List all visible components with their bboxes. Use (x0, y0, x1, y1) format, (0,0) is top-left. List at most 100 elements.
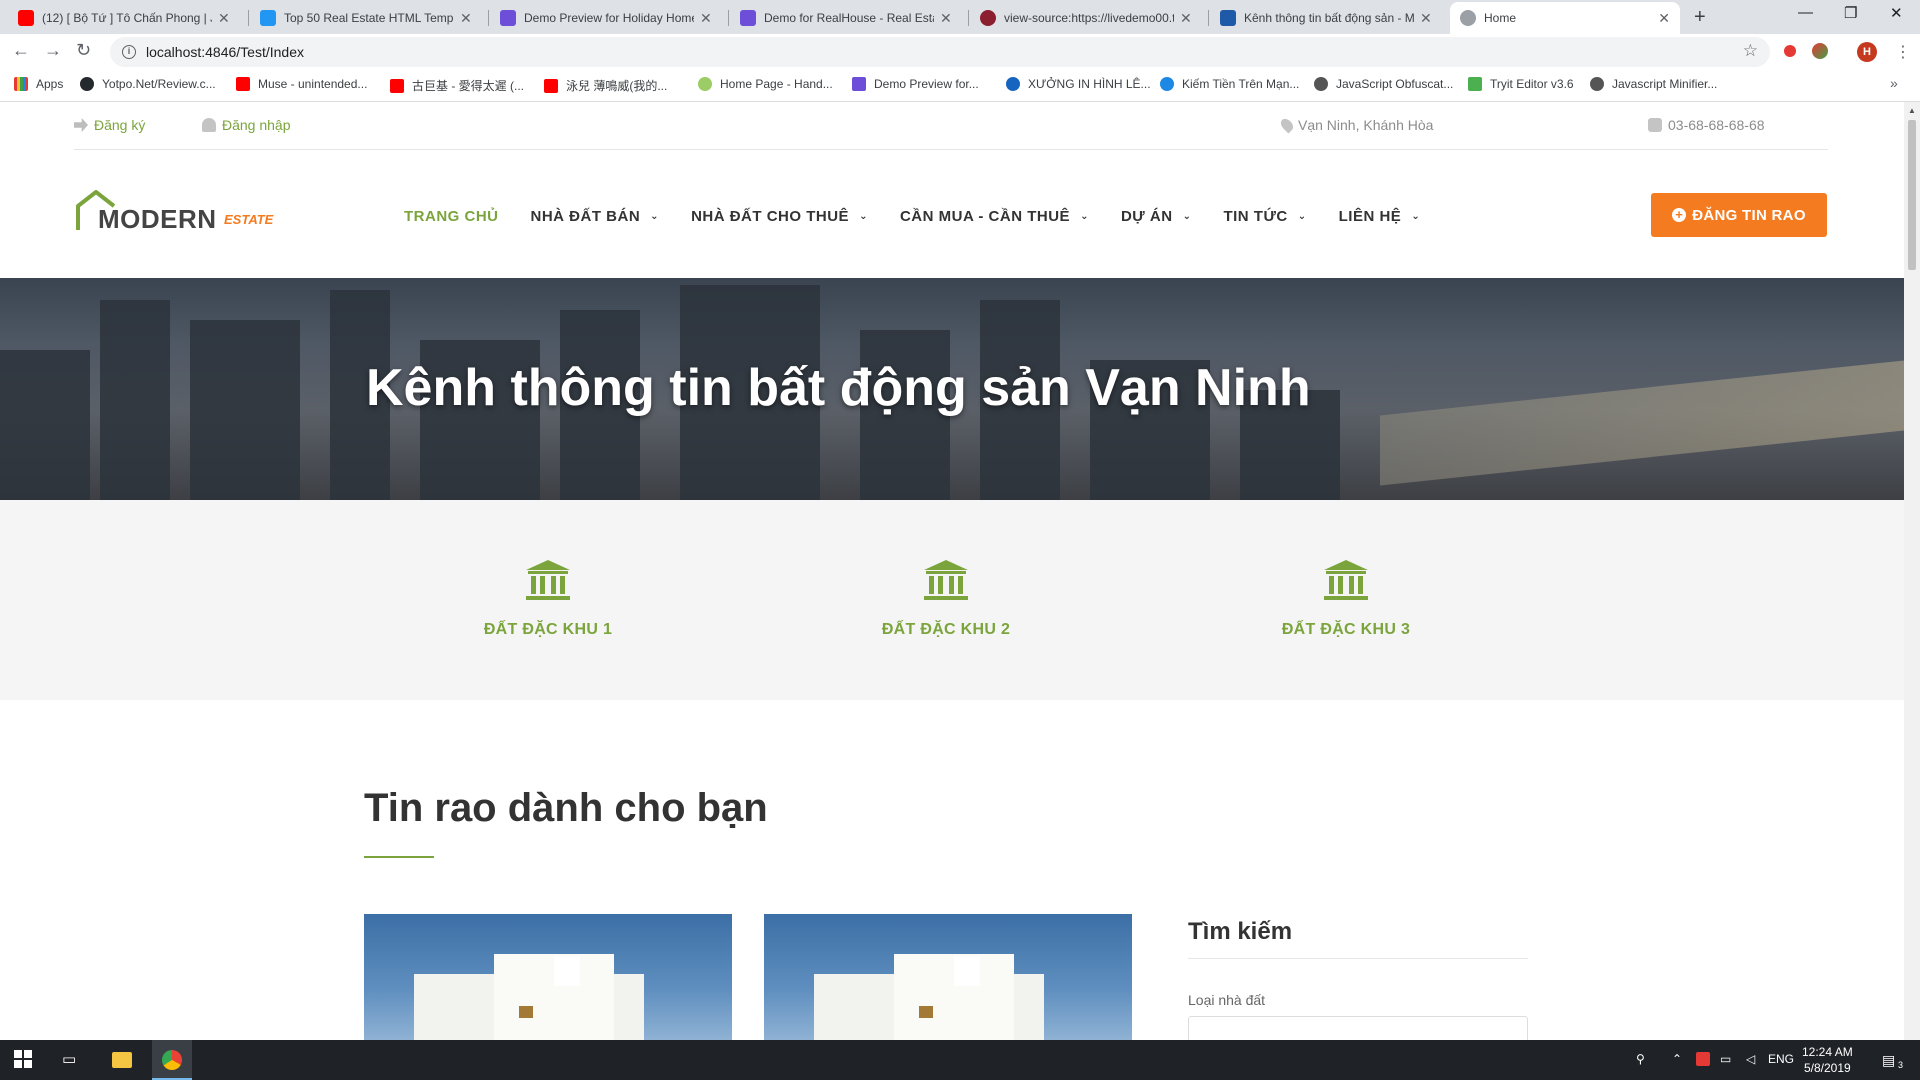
site-header: MODERN ESTATE TRANG CHỦ NHÀ ĐẤT BÁN ⌄ NHÀ… (0, 150, 1904, 278)
property-type-select[interactable] (1188, 1016, 1528, 1040)
bookmark-item[interactable]: Kiếm Tiền Trên Mạn... (1160, 77, 1299, 91)
system-clock[interactable]: 12:24 AM 5/8/2019 (1802, 1044, 1853, 1076)
nav-buy-rent-wanted[interactable]: CẦN MUA - CẦN THUÊ ⌄ (900, 208, 1089, 225)
close-icon[interactable]: ✕ (1658, 10, 1670, 27)
network-icon[interactable]: ▭ (1720, 1052, 1731, 1066)
nav-contact[interactable]: LIÊN HỆ ⌄ (1339, 208, 1421, 225)
globe-icon (1590, 77, 1604, 91)
browser-tab[interactable]: Top 50 Real Estate HTML Templat ✕ (250, 2, 488, 34)
close-icon[interactable]: ✕ (218, 10, 230, 27)
task-view-icon[interactable]: ▭ (62, 1050, 76, 1068)
bookmark-item[interactable]: Yotpo.Net/Review.c... (80, 77, 216, 91)
reload-icon[interactable]: ↻ (76, 40, 91, 61)
bookmark-item[interactable]: JavaScript Obfuscat... (1314, 77, 1453, 91)
zone-item[interactable]: ĐẤT ĐẶC KHU 2 (846, 558, 1046, 639)
youtube-icon (236, 77, 250, 91)
listing-card-image[interactable] (764, 914, 1132, 1040)
chevron-right-icon[interactable]: » (1890, 75, 1898, 91)
scroll-up-icon[interactable]: ▲ (1908, 106, 1916, 115)
property-type-label: Loại nhà đất (1188, 992, 1266, 1008)
chevron-up-icon[interactable]: ⌃ (1672, 1052, 1682, 1066)
app-tray-icon[interactable] (1696, 1052, 1710, 1066)
site-topbar: Đăng ký Đăng nhập Vạn Ninh, Khánh Hòa 03… (74, 102, 1828, 150)
people-icon[interactable]: ⚲ (1636, 1052, 1645, 1066)
nav-projects[interactable]: DỰ ÁN ⌄ (1121, 208, 1192, 225)
tab-separator (248, 10, 249, 26)
login-label: Đăng nhập (222, 117, 291, 133)
page-icon (852, 77, 866, 91)
forward-arrow-icon[interactable]: → (44, 40, 62, 61)
bookmark-item[interactable]: 泳兒 薄鳴威(我的... (544, 77, 667, 94)
browser-tab[interactable]: view-source:https://livedemo00.t ✕ (970, 2, 1208, 34)
close-window-button[interactable]: ✕ (1890, 4, 1903, 22)
new-tab-button[interactable]: + (1694, 6, 1706, 29)
scrollbar-thumb[interactable] (1908, 120, 1916, 270)
post-listing-button[interactable]: + ĐĂNG TIN RAO (1651, 193, 1827, 237)
volume-icon[interactable]: ◁ (1746, 1052, 1755, 1066)
bookmark-item[interactable]: Muse - unintended... (236, 77, 367, 91)
windows-start-icon[interactable] (14, 1050, 32, 1068)
site-logo[interactable]: MODERN ESTATE (74, 188, 274, 236)
login-link[interactable]: Đăng nhập (202, 117, 291, 133)
bookmark-label: Tryit Editor v3.6 (1490, 77, 1574, 91)
extension-icon[interactable] (1812, 43, 1828, 59)
menu-dots-icon[interactable]: ⋮ (1895, 42, 1911, 62)
close-icon[interactable]: ✕ (1420, 10, 1432, 27)
post-listing-label: ĐĂNG TIN RAO (1692, 206, 1806, 224)
bookmark-item[interactable]: Tryit Editor v3.6 (1468, 77, 1574, 91)
tab-separator (968, 10, 969, 26)
tab-separator (1208, 10, 1209, 26)
register-label: Đăng ký (94, 117, 146, 133)
bookmark-item[interactable]: Home Page - Hand... (698, 77, 833, 91)
file-explorer-icon[interactable] (112, 1052, 132, 1068)
logo-text: MODERN (98, 204, 217, 234)
notification-icon[interactable]: ▤ (1882, 1052, 1895, 1069)
language-indicator[interactable]: ENG (1768, 1052, 1794, 1066)
tab-title: Kênh thông tin bất động sản - M (1244, 11, 1414, 25)
bookmark-item[interactable]: XƯỞNG IN HÌNH LÊ... (1006, 77, 1151, 91)
browser-toolbar: ← → ↻ i localhost:4846/Test/Index ☆ H ⋮ (0, 34, 1920, 70)
bookmark-item[interactable]: Demo Preview for... (852, 77, 979, 91)
chrome-icon[interactable] (162, 1050, 182, 1070)
close-icon[interactable]: ✕ (700, 10, 712, 27)
nav-home[interactable]: TRANG CHỦ (404, 208, 499, 225)
star-icon[interactable]: ☆ (1743, 41, 1758, 61)
nav-sale[interactable]: NHÀ ĐẤT BÁN ⌄ (531, 208, 660, 225)
skyline-building (190, 320, 300, 500)
hero-banner: Kênh thông tin bất động sản Vạn Ninh (0, 278, 1904, 500)
address-bar[interactable]: i localhost:4846/Test/Index ☆ (110, 37, 1770, 67)
close-icon[interactable]: ✕ (460, 10, 472, 27)
browser-tab[interactable]: (12) [ Bộ Tứ ] Tô Chấn Phong | Jin ✕ (8, 2, 248, 34)
close-icon[interactable]: ✕ (940, 10, 952, 27)
zone-item[interactable]: ĐẤT ĐẶC KHU 3 (1246, 558, 1446, 639)
phone-icon (1648, 118, 1662, 132)
browser-tab[interactable]: Kênh thông tin bất động sản - M ✕ (1210, 2, 1448, 34)
extension-icon[interactable] (1784, 45, 1796, 57)
minimize-button[interactable]: — (1798, 4, 1813, 21)
page-scrollbar[interactable]: ▲ (1904, 102, 1920, 1040)
skyline-building (100, 300, 170, 500)
browser-tab-active[interactable]: Home ✕ (1450, 2, 1680, 34)
close-icon[interactable]: ✕ (1180, 10, 1192, 27)
zone-item[interactable]: ĐẤT ĐẶC KHU 1 (448, 558, 648, 639)
browser-tab[interactable]: Demo Preview for Holiday Home ✕ (490, 2, 728, 34)
bookmark-label: JavaScript Obfuscat... (1336, 77, 1454, 91)
browser-tab[interactable]: Demo for RealHouse - Real Estat ✕ (730, 2, 968, 34)
profile-avatar[interactable]: H (1857, 42, 1877, 62)
register-link[interactable]: Đăng ký (74, 117, 145, 133)
bookmark-item[interactable]: 古巨基 - 愛得太遲 (... (390, 77, 524, 94)
hero-title: Kênh thông tin bất động sản Vạn Ninh (366, 359, 1311, 417)
listing-card-image[interactable] (364, 914, 732, 1040)
nav-label: TIN TỨC (1223, 208, 1288, 225)
restore-button[interactable]: ❐ (1844, 4, 1857, 22)
bookmark-item[interactable]: Javascript Minifier... (1590, 77, 1717, 91)
back-arrow-icon[interactable]: ← (12, 40, 30, 61)
info-icon[interactable]: i (122, 45, 136, 59)
youtube-icon (544, 78, 558, 93)
bookmark-apps[interactable]: Apps (14, 77, 63, 91)
zone-label: ĐẤT ĐẶC KHU 1 (483, 621, 613, 638)
chevron-down-icon: ⌄ (859, 211, 868, 222)
nav-rent[interactable]: NHÀ ĐẤT CHO THUÊ ⌄ (691, 208, 868, 225)
nav-news[interactable]: TIN TỨC ⌄ (1223, 208, 1306, 225)
nav-label: DỰ ÁN (1120, 208, 1173, 225)
